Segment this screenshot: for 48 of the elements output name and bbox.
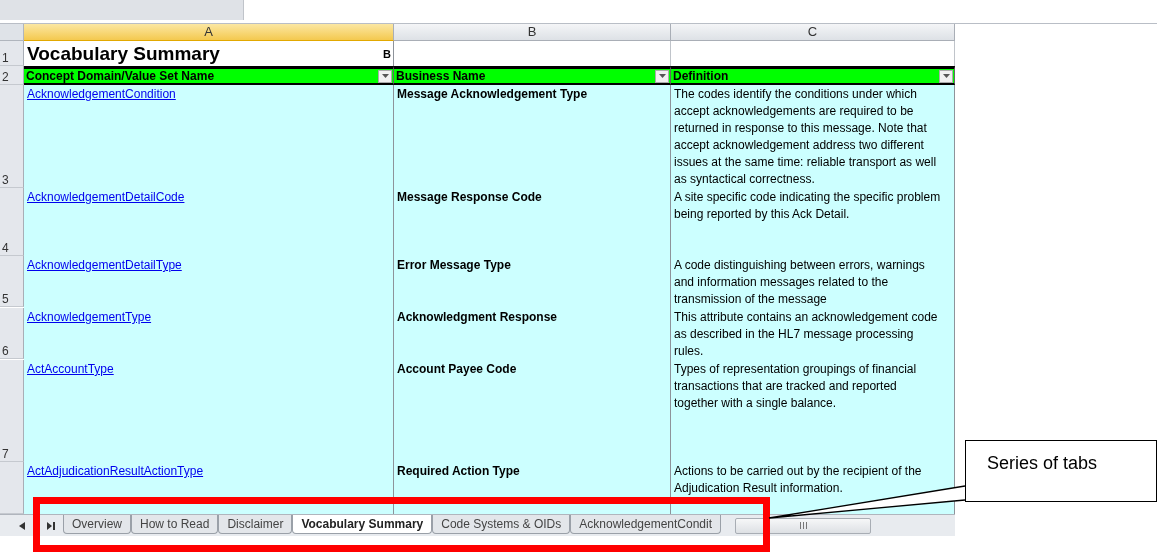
column-header[interactable]: C <box>671 24 955 41</box>
cell-fragment: B <box>383 47 391 60</box>
row-header[interactable]: 6 <box>0 308 24 359</box>
table-cell: Acknowledgment Response <box>394 308 671 360</box>
heading-text: Definition <box>673 69 729 83</box>
link[interactable]: ActAdjudicationResultActionType <box>27 464 204 478</box>
link[interactable]: ActAccountType <box>27 362 114 376</box>
table-cell: A site specific code indicating the specific problem being reported by this Ack Detail. <box>671 188 955 256</box>
table-cell: Account Payee Code <box>394 360 671 462</box>
table-cell: Types of representation groupings of financial transactions that are tracked and reported together with a single balance. <box>671 360 955 462</box>
last-sheet-icon[interactable] <box>47 521 55 530</box>
table-cell: Message Acknowledgement Type <box>394 85 671 188</box>
row-header[interactable]: 1 <box>0 41 24 66</box>
filter-button[interactable] <box>655 69 669 83</box>
caret-icon <box>658 74 666 78</box>
table-cell: This attribute contains an acknowledgement code as described in the HL7 message processing rules. <box>671 308 955 360</box>
filter-button[interactable] <box>378 69 392 83</box>
link[interactable]: AcknowledgementCondition <box>27 87 176 101</box>
sheet-tab[interactable]: Disclaimer <box>218 515 293 534</box>
table-cell: Error Message Type <box>394 256 671 308</box>
row-header[interactable]: 7 <box>0 360 24 462</box>
sheet-tab[interactable]: How to Read <box>131 515 219 534</box>
table-cell: The codes identify the conditions under which accept acknowledgements are required to be returned in response to this message. Note that accept acknowledgement address two different issues at the same time: reliable transport as well as syntactical correctness. <box>671 85 955 188</box>
filter-button[interactable] <box>939 69 953 83</box>
link[interactable]: AcknowledgementType <box>27 310 152 324</box>
row-header[interactable]: 2 <box>0 66 24 85</box>
row-header[interactable]: 4 <box>0 188 24 256</box>
link[interactable]: AcknowledgementDetailCode <box>27 190 185 204</box>
sheet-tab[interactable]: AcknowledgementCondit <box>570 515 722 534</box>
table-cell: Message Response Code <box>394 188 671 256</box>
callout-text: Series of tabs <box>987 453 1098 473</box>
caret-icon <box>942 74 950 78</box>
previous-sheet-icon[interactable] <box>19 521 25 530</box>
row-header[interactable]: 5 <box>0 256 24 307</box>
column-header[interactable]: A <box>24 24 394 41</box>
column-header[interactable]: B <box>394 24 671 41</box>
sheet-tab[interactable]: Vocabulary Summary <box>292 515 433 534</box>
link[interactable]: AcknowledgementDetailType <box>27 258 182 272</box>
row-header[interactable]: 3 <box>0 85 24 188</box>
heading-text: Business Name <box>396 69 486 83</box>
sheet-tab[interactable]: Overview <box>63 515 131 534</box>
heading-text: Concept Domain/Value Set Name <box>26 69 215 83</box>
sheet-tab[interactable]: Code Systems & OIDs <box>432 515 571 534</box>
sheet-title: Vocabulary Summary <box>27 42 220 65</box>
caret-icon <box>381 74 389 78</box>
grip-icon <box>799 522 807 529</box>
horizontal-scrollbar[interactable] <box>735 517 872 534</box>
table-cell: A code distinguishing between errors, warnings and information messages related to the transmission of the message <box>671 256 955 308</box>
